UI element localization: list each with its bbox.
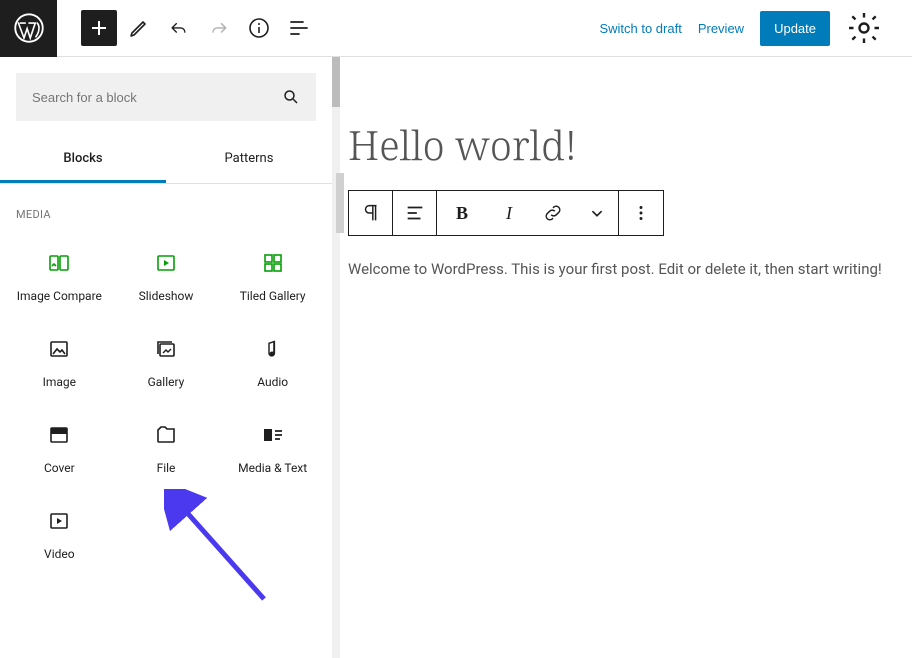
bold-icon: B [456,203,468,224]
block-handle[interactable] [336,173,344,233]
post-paragraph[interactable]: Welcome to WordPress. This is your first… [348,258,912,281]
block-grid: Image Compare Slideshow Tiled Gallery Im… [0,231,332,571]
block-label: Slideshow [139,289,194,303]
block-image-compare[interactable]: Image Compare [8,231,111,313]
editor-canvas[interactable]: Hello world! B I We [340,57,912,658]
file-icon [154,423,178,447]
block-audio[interactable]: Audio [221,317,324,399]
block-label: Gallery [148,375,185,389]
block-media-text[interactable]: Media & Text [221,403,324,485]
block-slideshow[interactable]: Slideshow [115,231,218,313]
outline-icon [287,16,311,40]
block-tiled-gallery[interactable]: Tiled Gallery [221,231,324,313]
chevron-down-icon [586,202,608,224]
sidebar-scrollbar[interactable] [332,57,340,658]
image-icon [47,337,71,361]
redo-button[interactable] [201,10,237,46]
update-button[interactable]: Update [760,11,830,46]
align-button[interactable] [393,191,437,235]
block-label: File [157,461,176,475]
pencil-icon [127,16,151,40]
toolbar-right: Switch to draft Preview Update [599,10,912,46]
link-button[interactable] [531,191,575,235]
block-inserter-sidebar: Blocks Patterns MEDIA Image Compare Slid… [0,57,332,658]
block-gallery[interactable]: Gallery [115,317,218,399]
preview-button[interactable]: Preview [698,21,744,36]
more-format-button[interactable] [575,191,619,235]
link-icon [542,202,564,224]
media-text-icon [261,423,285,447]
block-cover[interactable]: Cover [8,403,111,485]
bold-button[interactable]: B [437,191,487,235]
block-label: Video [44,547,75,561]
video-icon [47,509,71,533]
block-label: Tiled Gallery [240,289,306,303]
kebab-icon [630,202,652,224]
pilcrow-icon [360,202,382,224]
gear-icon [846,10,882,46]
block-label: Cover [44,461,75,475]
gallery-icon [154,337,178,361]
switch-draft-button[interactable]: Switch to draft [599,21,681,36]
wp-logo[interactable] [0,0,57,57]
info-icon [247,16,271,40]
settings-button[interactable] [846,10,882,46]
more-icon-partial [898,10,904,46]
block-options-button[interactable] [619,191,663,235]
block-file[interactable]: File [115,403,218,485]
block-image[interactable]: Image [8,317,111,399]
tools-button[interactable] [121,10,157,46]
inserter-tabs: Blocks Patterns [0,137,332,184]
tiled-gallery-icon [261,251,285,275]
block-toolbar: B I [348,190,664,236]
block-label: Media & Text [238,461,307,475]
slideshow-icon [154,251,178,275]
post-title[interactable]: Hello world! [348,117,912,172]
redo-icon [207,16,231,40]
block-search-input[interactable] [32,90,282,105]
tab-blocks[interactable]: Blocks [0,137,166,183]
search-icon [282,88,300,106]
section-heading-media: MEDIA [0,184,332,231]
plus-icon [87,16,111,40]
block-search[interactable] [16,73,316,121]
cover-icon [47,423,71,447]
toolbar-left [57,10,317,46]
audio-icon [261,337,285,361]
outline-button[interactable] [281,10,317,46]
add-block-button[interactable] [81,10,117,46]
undo-icon [167,16,191,40]
italic-icon: I [506,203,512,224]
undo-button[interactable] [161,10,197,46]
image-compare-icon [47,251,71,275]
block-label: Audio [257,375,288,389]
tab-patterns[interactable]: Patterns [166,137,332,183]
top-toolbar: Switch to draft Preview Update [0,0,912,57]
block-label: Image [43,375,76,389]
info-button[interactable] [241,10,277,46]
wordpress-icon [14,13,44,43]
scrollbar-thumb[interactable] [332,57,340,107]
paragraph-type-button[interactable] [349,191,393,235]
align-left-icon [404,202,426,224]
italic-button[interactable]: I [487,191,531,235]
block-video[interactable]: Video [8,489,111,571]
block-label: Image Compare [17,289,102,303]
